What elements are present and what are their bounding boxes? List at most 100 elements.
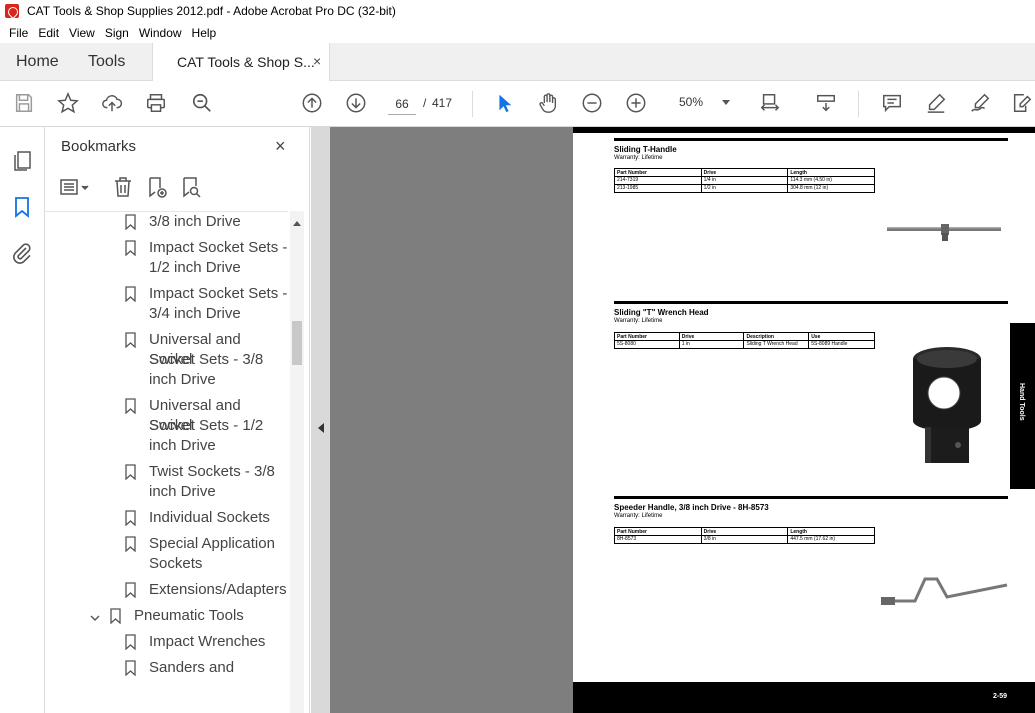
spec-table: Part Number Drive Description Use 5S-808… [614,332,875,349]
bookmark-icon [125,332,136,349]
attachment-icon[interactable] [10,241,34,265]
bookmark-item[interactable]: Impact Wrenches [45,630,288,656]
print-icon[interactable] [144,91,168,115]
page-up-icon[interactable] [300,91,324,115]
close-tab-icon[interactable]: × [313,53,321,69]
table-cell: 447.5 mm (17.62 in) [787,535,875,544]
page-number: 2-59 [993,693,1008,700]
bookmark-label: 3/8 inch Drive [149,213,241,230]
chevron-down-icon[interactable] [89,611,101,623]
save-icon[interactable] [12,91,36,115]
bookmark-item[interactable]: Sanders and [45,656,288,682]
zoom-out-icon[interactable] [580,91,604,115]
bookmark-label: Impact Socket Sets - [149,285,288,302]
tab-home[interactable]: Home [16,53,59,71]
tab-bar: Home Tools CAT Tools & Shop S... × [0,43,1035,82]
find-bookmark-icon[interactable] [179,175,203,199]
bookmark-item[interactable]: Twist Sockets - 3/8 inch Drive [45,460,288,506]
navigation-rail [0,127,45,713]
menu-window[interactable]: Window [134,26,187,40]
highlight-pen-icon[interactable] [924,91,948,115]
star-icon[interactable] [56,91,80,115]
bookmark-icon [125,214,136,231]
bookmark-label: Pneumatic Tools [134,607,244,624]
table-header: Drive [678,332,745,341]
page-fit-icon[interactable] [758,91,782,115]
bookmark-label: Socket Sets - 3/8 [149,351,264,368]
table-header: Drive [700,168,789,177]
bookmark-icon [125,634,136,651]
document-viewer[interactable]: Sliding T-Handle Warranty: Lifetime Part… [311,127,1035,713]
zoom-level[interactable]: 50% [670,95,712,109]
bookmarks-panel-icon[interactable] [10,195,34,219]
delete-bookmark-icon[interactable] [111,175,135,199]
menu-edit[interactable]: Edit [33,26,64,40]
table-row: 5S-8080 1 in Sliding T Wrench Head 5S-80… [614,340,875,349]
select-cursor-icon[interactable] [492,91,516,115]
collapse-panel-icon[interactable] [318,423,324,433]
bookmark-icon [125,240,136,257]
table-cell: 8H-8573 [614,535,702,544]
table-header: Part Number [614,168,702,177]
speeder-handle-image [881,577,1008,605]
menu-sign[interactable]: Sign [100,26,134,40]
bookmark-item[interactable]: Universal and Swivel Socket Sets - 1/2 inc… [45,394,288,460]
bookmark-item[interactable]: Individual Sockets [45,506,288,532]
bookmark-item[interactable]: 3/8 inch Drive [45,212,288,236]
bookmark-icon [125,582,136,599]
menu-file[interactable]: File [4,26,33,40]
new-bookmark-icon[interactable] [145,175,169,199]
sign-pen-icon[interactable] [968,91,992,115]
bookmark-list: 3/8 inch Drive Impact Socket Sets - 1/2 in… [45,211,288,713]
bookmark-item[interactable]: Special Application Sockets [45,532,288,578]
bookmark-icon [125,660,136,677]
bookmark-item[interactable]: Pneumatic Tools [45,604,288,630]
menu-help[interactable]: Help [187,26,222,40]
bookmark-label: Impact Socket Sets - [149,239,288,256]
tab-document-label: CAT Tools & Shop S... [177,54,315,70]
page-separator: / [423,96,427,110]
scroll-mode-icon[interactable] [814,91,838,115]
scroll-up-arrow-icon[interactable] [293,221,301,226]
menu-view[interactable]: View [64,26,100,40]
table-cell: 5S-8089 Handle [808,340,875,349]
window-title: CAT Tools & Shop Supplies 2012.pdf - Ado… [27,4,396,18]
edit-icon[interactable] [1010,91,1034,115]
bookmark-options-icon[interactable] [59,175,89,199]
table-header: Use [808,332,875,341]
hand-icon[interactable] [536,91,560,115]
bookmark-item[interactable]: Impact Socket Sets - 1/2 inch Drive [45,236,288,282]
bookmark-icon [125,398,136,415]
section-rule [614,138,1008,141]
bookmark-icon [125,536,136,553]
close-panel-icon[interactable]: × [275,136,286,157]
bookmark-label: inch Drive [149,437,216,454]
tab-tools[interactable]: Tools [88,53,125,71]
acrobat-logo-icon [5,4,19,18]
page-number-input[interactable] [388,93,416,115]
scrollbar-thumb[interactable] [292,321,302,365]
tab-document[interactable]: CAT Tools & Shop S... × [152,43,330,82]
upload-icon[interactable] [100,91,124,115]
section-title: Sliding "T" Wrench Head [614,308,709,317]
zoom-in-icon[interactable] [624,91,648,115]
table-cell: 3/8 in [700,535,789,544]
section-title: Speeder Handle, 3/8 inch Drive - 8H-8573 [614,503,769,512]
bookmark-item[interactable]: Impact Socket Sets - 3/4 inch Drive [45,282,288,328]
bookmark-item[interactable]: Universal and Swivel Socket Sets - 3/8 inc… [45,328,288,394]
table-cell: 1/2 in [700,184,789,193]
table-header: Description [743,332,810,341]
comment-icon[interactable] [880,91,904,115]
page-down-icon[interactable] [344,91,368,115]
bookmark-label: inch Drive [149,371,216,388]
zoom-dropdown-icon[interactable] [722,100,730,105]
total-pages: 417 [432,96,453,110]
bookmarks-scrollbar[interactable] [290,211,304,713]
bookmark-item[interactable]: Extensions/Adapters [45,578,288,604]
bookmark-icon [110,608,121,625]
bookmark-label: Sanders and [149,659,235,676]
search-zoom-icon[interactable] [190,91,214,115]
table-row: 8H-8573 3/8 in 447.5 mm (17.62 in) [614,535,875,544]
page-thumbnails-icon[interactable] [10,149,34,173]
table-header: Part Number [614,332,680,341]
